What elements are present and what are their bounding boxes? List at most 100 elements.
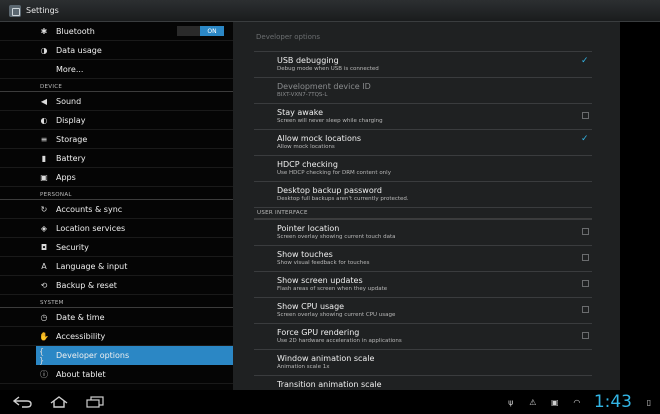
setting-title: Pointer location	[277, 224, 340, 233]
debug-icon: ⚠	[529, 397, 537, 407]
setting-stay-awake[interactable]: Stay awake Screen will never sleep while…	[254, 103, 592, 129]
developer-options-pane: Developer options USB debugging Debug mo…	[233, 22, 620, 390]
show-touches-checkbox[interactable]	[582, 254, 589, 261]
nav-item-battery[interactable]: ▮ Battery	[0, 149, 233, 168]
nav-item-developer-options[interactable]: { } Developer options	[36, 346, 233, 365]
nav-item-apps[interactable]: ▣ Apps	[0, 168, 233, 187]
back-button[interactable]	[10, 394, 36, 410]
battery-icon: ▮	[41, 153, 47, 163]
setting-title: Stay awake	[277, 108, 324, 117]
nav-item-label: More...	[56, 64, 84, 74]
nav-item-language[interactable]: A Language & input	[0, 257, 233, 276]
setting-show-touches[interactable]: Show touches Show visual feedback for to…	[254, 245, 592, 271]
setting-title: Show CPU usage	[277, 302, 345, 311]
language-icon: A	[41, 261, 47, 271]
title-bar: Settings	[0, 0, 660, 22]
nav-item-storage[interactable]: ≡ Storage	[0, 130, 233, 149]
stay-awake-checkbox[interactable]	[582, 112, 589, 119]
setting-summary: Screen overlay showing current touch dat…	[277, 234, 396, 240]
pane-header: Developer options	[256, 32, 321, 41]
setting-title: Show screen updates	[277, 276, 363, 285]
setting-summary: Screen will never sleep while charging	[277, 118, 383, 124]
home-icon	[50, 396, 68, 408]
bluetooth-icon: ✱	[40, 26, 48, 36]
setting-hdcp-checking[interactable]: HDCP checking Use HDCP checking for DRM …	[254, 155, 592, 181]
gpu-rendering-checkbox[interactable]	[582, 332, 589, 339]
setting-title: USB debugging	[277, 56, 339, 65]
settings-app-icon	[9, 4, 21, 17]
setting-title: Force GPU rendering	[277, 328, 360, 337]
status-area[interactable]: ψ ⚠ ▣ ◠ 1:43 ▯	[494, 390, 654, 414]
setting-title: Desktop backup password	[277, 186, 382, 195]
nav-item-sound[interactable]: ◀ Sound	[0, 92, 233, 111]
nav-item-label: Apps	[56, 172, 76, 182]
nav-item-label: Bluetooth	[56, 26, 95, 36]
setting-cpu-usage[interactable]: Show CPU usage Screen overlay showing cu…	[254, 297, 592, 323]
setting-title: Show touches	[277, 250, 333, 259]
nav-item-label: Accessibility	[56, 331, 106, 341]
nav-item-label: Storage	[56, 134, 88, 144]
setting-summary: Use HDCP checking for DRM content only	[277, 170, 391, 176]
nav-item-label: Sound	[56, 96, 82, 106]
setting-title: Window animation scale	[277, 354, 375, 363]
recent-apps-button[interactable]	[82, 394, 108, 410]
cpu-usage-checkbox[interactable]	[582, 306, 589, 313]
setting-summary: Screen overlay showing current CPU usage	[277, 312, 396, 318]
speaker-icon: ◀	[40, 96, 48, 106]
battery-status-icon: ▯	[646, 397, 652, 407]
nav-item-display[interactable]: ◐ Display	[0, 111, 233, 130]
nav-item-label: Security	[56, 242, 89, 252]
nav-item-accounts-sync[interactable]: ↻ Accounts & sync	[0, 200, 233, 219]
setting-transition-animation[interactable]: Transition animation scale	[254, 375, 592, 390]
setting-backup-password[interactable]: Desktop backup password Desktop full bac…	[254, 181, 592, 207]
nav-item-security[interactable]: ◘ Security	[0, 238, 233, 257]
nav-item-label: Data usage	[56, 45, 102, 55]
nav-item-label: Date & time	[56, 312, 105, 322]
nav-item-label: Language & input	[56, 261, 128, 271]
nav-item-date-time[interactable]: ◷ Date & time	[0, 308, 233, 327]
setting-pointer-location[interactable]: Pointer location Screen overlay showing …	[254, 219, 592, 245]
screen-updates-checkbox[interactable]	[582, 280, 589, 287]
hand-icon: ✋	[39, 331, 49, 341]
setting-usb-debugging[interactable]: USB debugging Debug mode when USB is con…	[254, 51, 592, 77]
nav-item-accessibility[interactable]: ✋ Accessibility	[0, 327, 233, 346]
nav-item-about-tablet[interactable]: ⓘ About tablet	[0, 365, 233, 384]
setting-screen-updates[interactable]: Show screen updates Flash areas of scree…	[254, 271, 592, 297]
home-button[interactable]	[46, 394, 72, 410]
setting-gpu-rendering[interactable]: Force GPU rendering Use 2D hardware acce…	[254, 323, 592, 349]
bluetooth-toggle[interactable]: ON	[177, 26, 224, 36]
setting-summary: Flash areas of screen when they update	[277, 286, 388, 292]
usb-debugging-checkbox[interactable]	[581, 56, 589, 67]
setting-title: Transition animation scale	[277, 380, 382, 389]
clock-time: 1:43	[593, 392, 632, 412]
nav-item-label: Battery	[56, 153, 86, 163]
section-header-user-interface: USER INTERFACE	[254, 207, 592, 219]
setting-summary: Desktop full backups aren't currently pr…	[277, 196, 409, 202]
storage-icon: ≡	[40, 134, 48, 144]
setting-title: Allow mock locations	[277, 134, 362, 143]
section-header-personal: PERSONAL	[0, 187, 233, 200]
setting-title: Development device ID	[277, 82, 371, 91]
setting-window-animation[interactable]: Window animation scale Animation scale 1…	[254, 349, 592, 375]
nav-item-bluetooth[interactable]: ✱ Bluetooth ON	[0, 22, 233, 41]
nav-item-data-usage[interactable]: ◑ Data usage	[0, 41, 233, 60]
nav-item-backup[interactable]: ⟲ Backup & reset	[0, 276, 233, 295]
setting-summary: Animation scale 1x	[277, 364, 330, 370]
nav-item-more[interactable]: More...	[0, 60, 233, 79]
location-icon: ◈	[40, 223, 48, 233]
section-header-system: SYSTEM	[0, 295, 233, 308]
nav-item-location[interactable]: ◈ Location services	[0, 219, 233, 238]
setting-mock-locations[interactable]: Allow mock locations Allow mock location…	[254, 129, 592, 155]
setting-title: HDCP checking	[277, 160, 338, 169]
lock-icon: ◘	[40, 242, 48, 252]
setting-summary: Debug mode when USB is connected	[277, 66, 379, 72]
nav-item-label: About tablet	[56, 369, 106, 379]
usb-icon: ψ	[508, 397, 514, 407]
clock-icon: ◷	[40, 312, 48, 322]
pointer-location-checkbox[interactable]	[582, 228, 589, 235]
mock-locations-checkbox[interactable]	[581, 134, 589, 145]
setting-summary: Use 2D hardware acceleration in applicat…	[277, 338, 402, 344]
section-header-device: DEVICE	[0, 79, 233, 92]
toggle-on-label: ON	[200, 26, 224, 36]
apps-icon: ▣	[40, 172, 48, 182]
